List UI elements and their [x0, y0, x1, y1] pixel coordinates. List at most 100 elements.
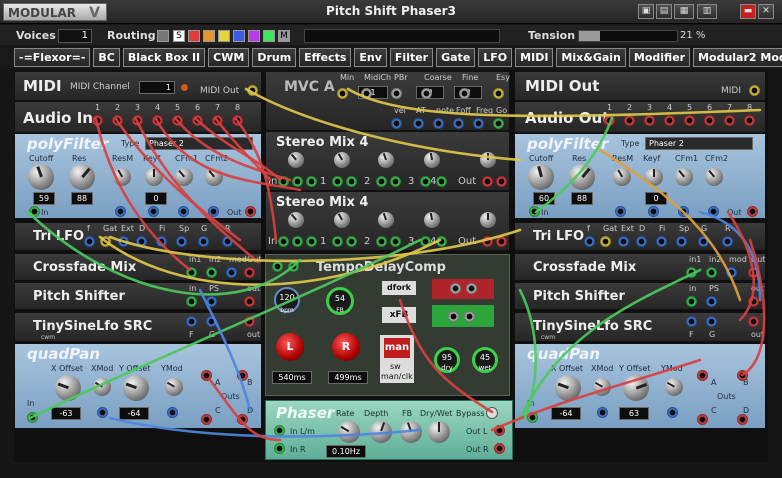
audio-in-port-jack-2[interactable]	[132, 115, 143, 126]
phaser-outr-jack[interactable]	[494, 443, 505, 454]
stereo-mix-1-jack-0[interactable]	[278, 176, 289, 187]
audio-out-port-jack-7[interactable]	[744, 115, 755, 126]
audio-out-module[interactable]: Audio Out 1 2 3 4 5 6 7 8	[514, 101, 766, 133]
tab-env[interactable]: Env	[354, 48, 387, 67]
tinysine-right-jack-0[interactable]	[686, 316, 697, 327]
crossfade-right-jack-3[interactable]	[748, 267, 759, 278]
tab-modular2-modules[interactable]: Modular2 Modules	[693, 48, 782, 67]
tri-lfo-left-jack-5[interactable]	[176, 236, 187, 247]
tinysine-left-jack-2[interactable]	[244, 316, 255, 327]
tri-lfo-left-jack-1[interactable]	[100, 236, 111, 247]
stereo-mix-1-jack-8[interactable]	[436, 176, 447, 187]
mvca-top-jack-3[interactable]	[421, 88, 432, 99]
mvca-top-jack-5[interactable]	[493, 88, 504, 99]
mvca-bottom-jack-0[interactable]	[391, 118, 402, 129]
qp-right-xmod-jack[interactable]	[597, 407, 608, 418]
bpm-knob[interactable]: 120 bpm	[274, 287, 300, 314]
audio-out-port-jack-0[interactable]	[604, 115, 615, 126]
qp-left-xoffset-knob[interactable]	[55, 375, 81, 401]
midi-channel-field[interactable]: 1	[139, 81, 175, 94]
qp-right-out-a-jack[interactable]	[697, 370, 708, 381]
pitch-shifter-right-module[interactable]: Pitch Shifter in PS out	[514, 282, 766, 310]
stereo-mix-2-jack-10[interactable]	[496, 236, 507, 247]
qp-right-xoffset-knob[interactable]	[555, 375, 581, 401]
crossfade-left-jack-2[interactable]	[226, 267, 237, 278]
minimize-icon[interactable]: ▬	[740, 4, 756, 19]
tri-lfo-left-jack-2[interactable]	[118, 236, 129, 247]
delay-l-knob[interactable]: L	[276, 333, 304, 361]
close-icon[interactable]: ✕	[758, 4, 774, 19]
stereo-mix-2-jack-5[interactable]	[376, 236, 387, 247]
qp-left-out-a-jack[interactable]	[201, 370, 212, 381]
stereo-mix-2-jack-0[interactable]	[278, 236, 289, 247]
pitch-shifter-right-jack-0[interactable]	[686, 296, 697, 307]
r-cfm1-knob[interactable]	[675, 168, 693, 186]
tri-lfo-right-jack-7[interactable]	[722, 236, 733, 247]
mvca-bottom-jack-1[interactable]	[413, 118, 424, 129]
qp-left-in-jack[interactable]	[27, 412, 38, 423]
crossfade-right-jack-2[interactable]	[726, 267, 737, 278]
polyfilter-left-module[interactable]: polyFilter Type Phaser 2 Cutoff Res ResM…	[14, 133, 262, 219]
pitch-shifter-right-jack-1[interactable]	[706, 296, 717, 307]
audio-in-module[interactable]: Audio In 1 2 3 4 5 6 7 8	[14, 101, 262, 133]
stereo-mix-2-jack-4[interactable]	[346, 236, 357, 247]
tri-lfo-right-jack-2[interactable]	[618, 236, 629, 247]
r-polyfilter-out-jack[interactable]	[747, 206, 758, 217]
tab-bc[interactable]: BC	[93, 48, 120, 67]
stereo-mix-1-jack-6[interactable]	[390, 176, 401, 187]
tab-lfo[interactable]: LFO	[478, 48, 513, 67]
routing-blue-swatch[interactable]	[233, 30, 245, 42]
stereo-mix-1-jack-3[interactable]	[332, 176, 343, 187]
pitch-shifter-left-module[interactable]: Pitch Shifter in PS out	[14, 282, 262, 310]
tempodelay-red-jack-1[interactable]	[450, 283, 461, 294]
qp-left-ymod-knob[interactable]	[165, 378, 183, 396]
tri-lfo-right-jack-1[interactable]	[600, 236, 611, 247]
stereo-mix-2-jack-2[interactable]	[306, 236, 317, 247]
r-keyf-jack[interactable]	[648, 206, 659, 217]
phaser-inr-jack[interactable]	[274, 443, 285, 454]
phaser-bypass-button[interactable]	[486, 407, 498, 419]
tri-lfo-left-jack-6[interactable]	[198, 236, 209, 247]
midi-in-module[interactable]: MIDI MIDI Channel 1 MIDI Out	[14, 71, 262, 101]
quadpan-left-module[interactable]: quadPan X Offset XMod Y Offset YMod -63 …	[14, 343, 262, 429]
routing-orange-swatch[interactable]	[203, 30, 215, 42]
stereo-mix-2-knob-3[interactable]	[424, 212, 440, 228]
fb-knob[interactable]: 54 FB	[326, 287, 354, 315]
phaser-module[interactable]: Phaser Rate Depth FB Dry/Wet Bypass In L…	[265, 400, 513, 460]
stereo-mix-1-knob-2[interactable]	[378, 152, 394, 168]
stereo-mix-1-jack-5[interactable]	[376, 176, 387, 187]
tinysine-right-jack-1[interactable]	[706, 316, 717, 327]
midi-out-jack[interactable]	[247, 85, 258, 96]
quadpan-right-module[interactable]: quadPan X Offset XMod Y Offset YMod -64 …	[514, 343, 766, 429]
phaser-drywet-knob[interactable]	[428, 421, 450, 443]
pitch-shifter-left-jack-2[interactable]	[244, 296, 255, 307]
save-icon[interactable]: ▣	[638, 4, 654, 19]
phaser-outl-jack[interactable]	[494, 425, 505, 436]
mvca-top-jack-0[interactable]	[337, 88, 348, 99]
delay-r-knob[interactable]: R	[332, 333, 360, 361]
tab-modifier[interactable]: Modifier	[628, 48, 691, 67]
crossfade-left-jack-3[interactable]	[244, 267, 255, 278]
stereo-mix-1-jack-7[interactable]	[420, 176, 431, 187]
stereo-mix-2-knob-1[interactable]	[334, 212, 350, 228]
audio-out-port-jack-3[interactable]	[664, 115, 675, 126]
stereo-mix-2-knob-2[interactable]	[378, 212, 394, 228]
tab-black-box-ii[interactable]: Black Box II	[122, 48, 206, 67]
tri-lfo-right-module[interactable]: Tri LFO f Gat Ext D Fi Sp G R	[514, 222, 766, 251]
pitch-shifter-left-jack-1[interactable]	[206, 296, 217, 307]
tri-lfo-left-module[interactable]: Tri LFO f Gat Ext D Fi Sp G R	[14, 222, 262, 251]
mvca-bottom-jack-5[interactable]	[493, 118, 504, 129]
man-button[interactable]: man	[384, 338, 410, 358]
tab-gate[interactable]: Gate	[436, 48, 476, 67]
stereo-mix-1-jack-10[interactable]	[496, 176, 507, 187]
res-knob[interactable]	[69, 164, 95, 190]
keyf-jack[interactable]	[148, 206, 159, 217]
r-resm-jack[interactable]	[615, 206, 626, 217]
tri-lfo-right-jack-0[interactable]	[584, 236, 595, 247]
r-cutoff-knob[interactable]	[528, 164, 554, 190]
audio-out-port-jack-2[interactable]	[644, 115, 655, 126]
voices-field[interactable]: 1	[58, 29, 92, 43]
crossfade-right-jack-0[interactable]	[686, 267, 697, 278]
tab-mix-gain[interactable]: Mix&Gain	[556, 48, 626, 67]
qp-right-ymod-jack[interactable]	[667, 407, 678, 418]
